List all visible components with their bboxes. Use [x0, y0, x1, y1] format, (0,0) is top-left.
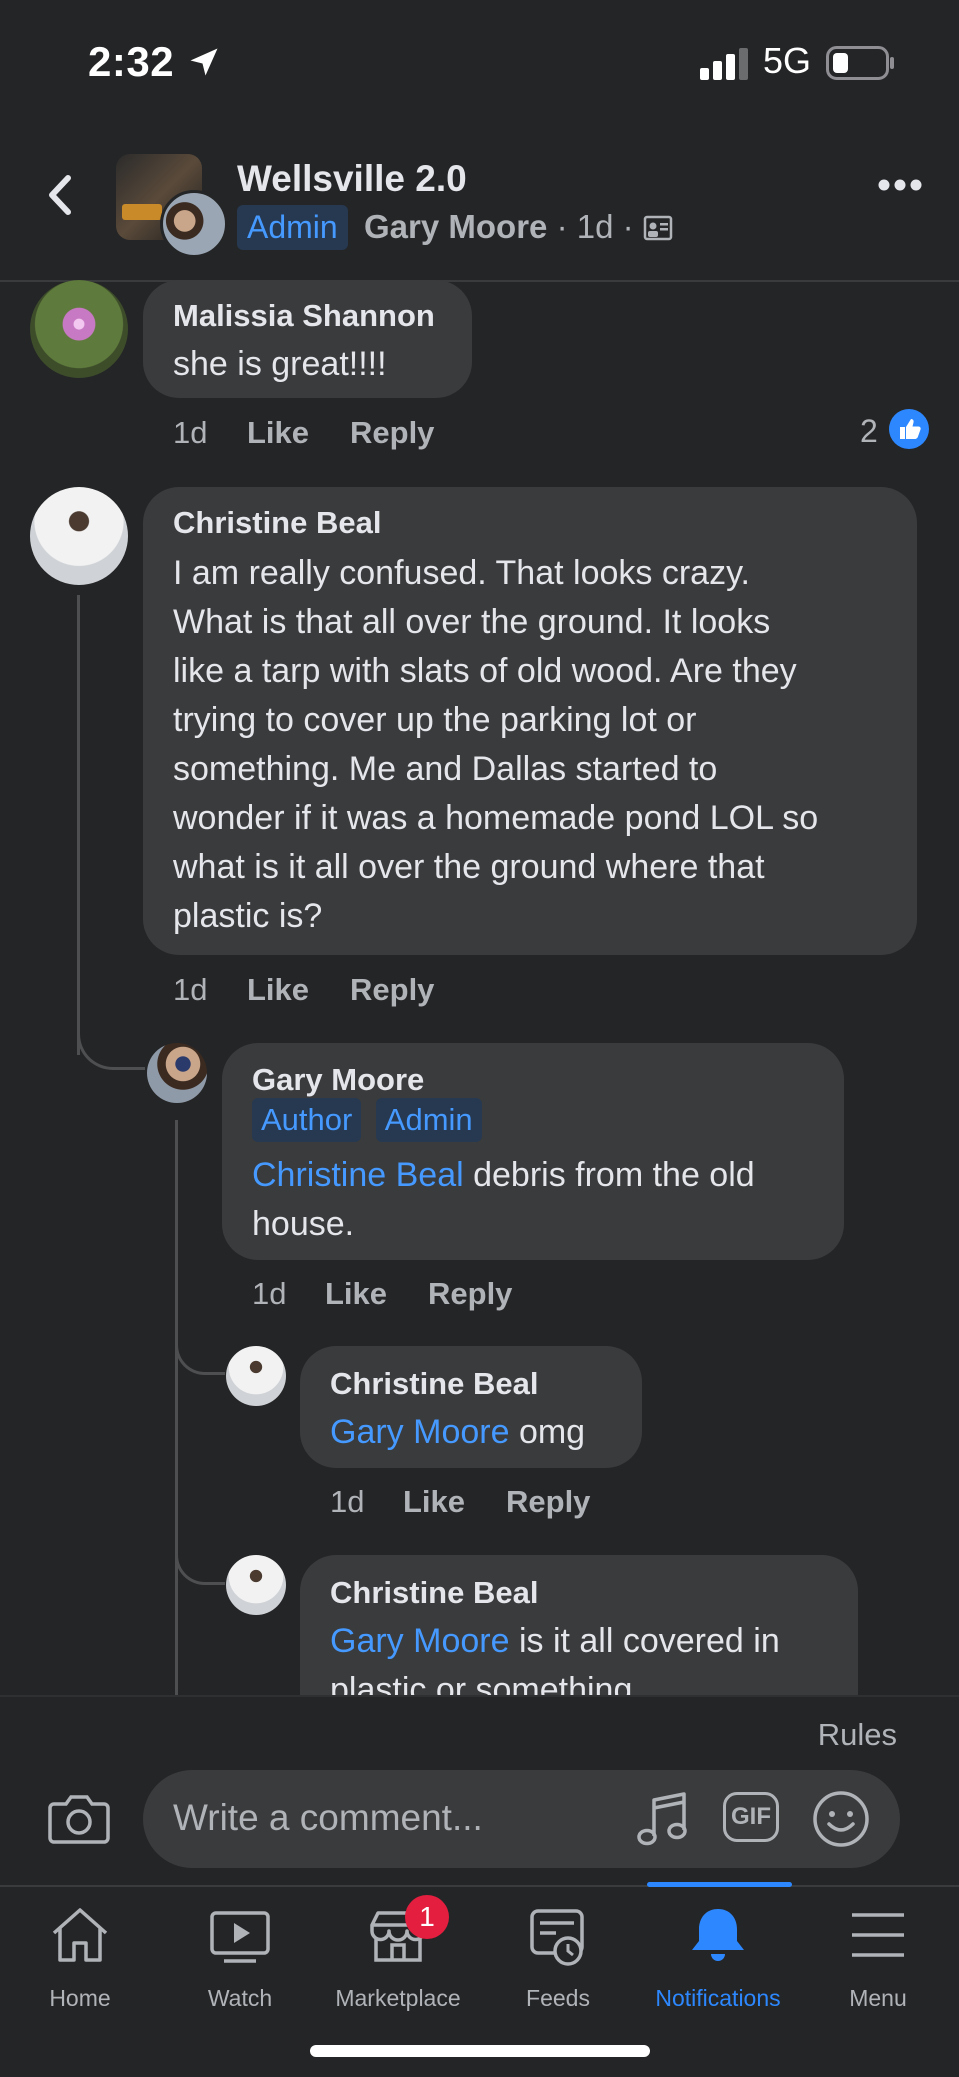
admin-badge: Admin: [375, 1098, 482, 1142]
comment-text: Gary Moore is it all covered in plastic …: [330, 1622, 780, 1695]
gif-button[interactable]: GIF: [723, 1792, 779, 1842]
separator: ·: [622, 208, 634, 245]
back-chevron-icon[interactable]: [40, 170, 80, 220]
mention-link[interactable]: Christine Beal: [252, 1156, 464, 1194]
thread-line: [175, 1120, 178, 1695]
avatar[interactable]: [226, 1555, 286, 1615]
tab-marketplace[interactable]: 1 Marketplace: [318, 1895, 478, 2015]
tab-label: Marketplace: [335, 1985, 461, 2011]
tab-home[interactable]: Home: [0, 1905, 160, 2015]
post-author[interactable]: Gary Moore: [364, 208, 547, 245]
active-tab-indicator: [647, 1882, 792, 1887]
like-link[interactable]: Like: [247, 972, 309, 1008]
notification-badge: 1: [405, 1895, 449, 1939]
comment-age: 1d: [173, 415, 208, 450]
thread-curve: [175, 1510, 225, 1585]
comment-age: 1d: [252, 1276, 287, 1311]
rules-link[interactable]: Rules: [818, 1717, 897, 1753]
reply-link[interactable]: Reply: [506, 1484, 590, 1520]
camera-icon[interactable]: [48, 1792, 110, 1846]
more-options-icon[interactable]: [878, 178, 922, 192]
commenter-name[interactable]: Christine Beal: [330, 1366, 538, 1402]
reaction-count[interactable]: 2: [860, 413, 878, 450]
feeds-icon: [530, 1909, 584, 1966]
tab-feeds[interactable]: Feeds: [478, 1905, 638, 2015]
tab-label: Feeds: [526, 1985, 590, 2011]
comment-placeholder[interactable]: Write a comment...: [173, 1797, 483, 1839]
reply-link[interactable]: Reply: [350, 972, 434, 1008]
signal-icon: [700, 48, 748, 80]
mention-link[interactable]: Gary Moore: [330, 1622, 510, 1660]
location-arrow-icon: [190, 48, 218, 76]
admin-badge: Admin: [237, 205, 348, 250]
tab-menu[interactable]: Menu: [798, 1905, 958, 2015]
comment-text: Christine Beal debris from the old house…: [252, 1156, 755, 1243]
like-reaction-icon: [889, 409, 929, 449]
thread-line: [77, 595, 80, 1055]
home-indicator: [310, 2045, 650, 2057]
commenter-name[interactable]: Christine Beal: [330, 1575, 538, 1611]
group-avatar[interactable]: [116, 154, 228, 258]
thread-curve: [175, 1300, 225, 1375]
tab-label: Notifications: [655, 1985, 781, 2011]
tab-notifications[interactable]: Notifications: [638, 1905, 798, 2015]
emoji-icon[interactable]: [812, 1790, 870, 1848]
commenter-name[interactable]: Malissia Shannon: [173, 298, 435, 334]
tab-watch[interactable]: Watch: [160, 1905, 320, 2015]
comment-age: 1d: [330, 1484, 365, 1519]
post-meta: Gary Moore · 1d ·: [364, 208, 673, 246]
tab-label: Home: [49, 1985, 111, 2011]
group-name[interactable]: Wellsville 2.0: [237, 158, 467, 200]
avatar[interactable]: [226, 1346, 286, 1406]
like-link[interactable]: Like: [247, 415, 309, 451]
commenter-tags: Author Admin: [252, 1098, 482, 1142]
mention-link[interactable]: Gary Moore: [330, 1413, 510, 1451]
commenter-name[interactable]: Gary Moore: [252, 1062, 424, 1098]
reply-link[interactable]: Reply: [428, 1276, 512, 1312]
network-type: 5G: [763, 40, 812, 81]
tab-label: Watch: [207, 1985, 273, 2011]
commenter-name[interactable]: Christine Beal: [173, 505, 381, 541]
thread-curve: [77, 1000, 145, 1070]
status-time: 2:32: [88, 38, 175, 85]
comment-text: I am really confused. That looks crazy. …: [173, 554, 819, 935]
avatar[interactable]: [147, 1043, 207, 1103]
avatar[interactable]: [30, 487, 128, 585]
menu-icon: [852, 1913, 904, 1957]
post-age: 1d: [576, 208, 614, 245]
bell-icon: [692, 1909, 744, 1961]
comment-text: Gary Moore omg: [330, 1413, 586, 1451]
home-icon: [52, 1908, 108, 1962]
author-badge: Author: [252, 1098, 362, 1142]
battery-icon: [826, 46, 894, 80]
separator: ·: [556, 208, 568, 245]
music-icon[interactable]: [636, 1790, 690, 1848]
watch-icon: [210, 1911, 270, 1963]
like-link[interactable]: Like: [403, 1484, 465, 1520]
avatar[interactable]: [30, 280, 128, 378]
comment-clip: Christine Beal Gary Moore is it all cove…: [300, 1555, 860, 1695]
group-privacy-icon: [643, 215, 673, 241]
comment-age: 1d: [173, 972, 208, 1007]
reply-link[interactable]: Reply: [350, 415, 434, 451]
like-link[interactable]: Like: [325, 1276, 387, 1312]
tab-label: Menu: [849, 1985, 907, 2011]
comment-text: she is great!!!!: [173, 345, 387, 383]
